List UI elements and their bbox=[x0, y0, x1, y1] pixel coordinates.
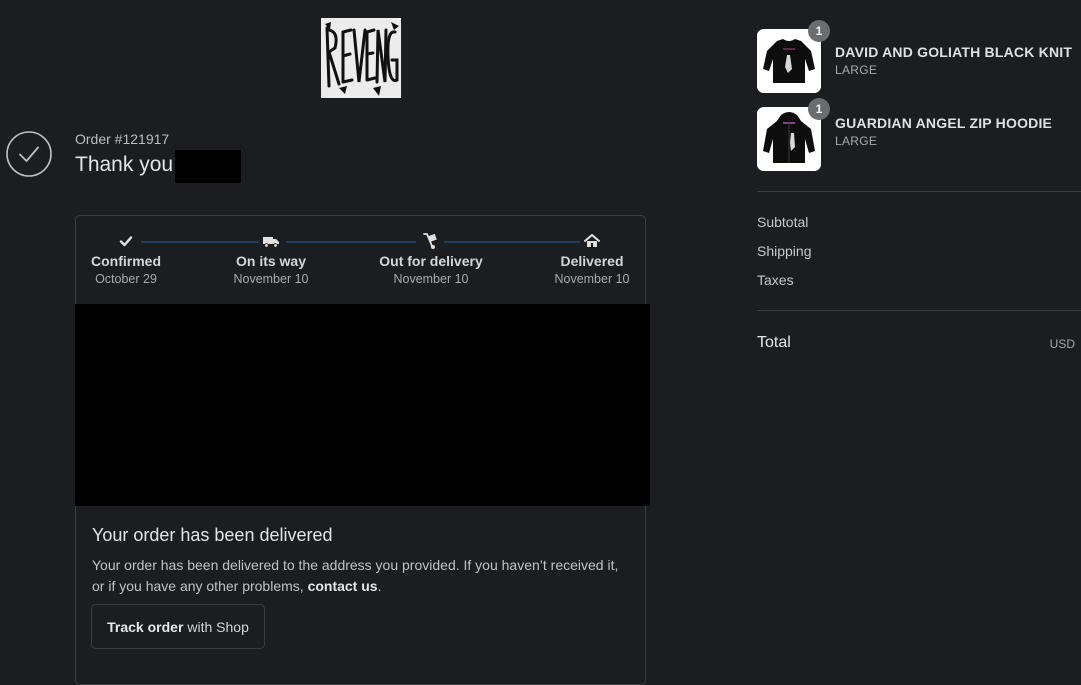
delivery-status-title: Your order has been delivered bbox=[92, 525, 333, 545]
product-variant: LARGE bbox=[835, 134, 878, 148]
delivery-status-end: . bbox=[377, 578, 382, 594]
progress-segment bbox=[286, 241, 416, 243]
divider bbox=[757, 310, 1081, 311]
progress-segment bbox=[141, 241, 259, 243]
redacted-delivery-map bbox=[75, 304, 650, 506]
quantity-badge: 1 bbox=[808, 98, 830, 120]
order-number: Order #121917 bbox=[75, 131, 170, 147]
product-name: GUARDIAN ANGEL ZIP HOODIE bbox=[835, 115, 1053, 131]
contact-us-link[interactable]: contact us bbox=[308, 578, 378, 594]
hand-truck-icon bbox=[422, 232, 440, 250]
step-out-for-delivery-date: November 10 bbox=[393, 272, 469, 286]
step-confirmed-label: Confirmed bbox=[91, 253, 161, 269]
step-out-for-delivery-label: Out for delivery bbox=[379, 253, 483, 269]
divider bbox=[757, 191, 1081, 192]
check-icon bbox=[117, 232, 135, 250]
home-icon bbox=[583, 232, 601, 250]
with-shop-label: with Shop bbox=[187, 618, 249, 635]
delivery-status-text: Your order has been delivered to the add… bbox=[92, 555, 632, 597]
step-delivered-label: Delivered bbox=[560, 253, 624, 269]
thank-you-heading: Thank you bbox=[75, 153, 174, 176]
shipping-label: Shipping bbox=[757, 243, 812, 259]
step-confirmed-date: October 29 bbox=[95, 272, 157, 286]
product-variant: LARGE bbox=[835, 63, 878, 77]
order-confirmed-check-icon bbox=[6, 131, 52, 177]
currency-code: USD bbox=[1049, 337, 1075, 351]
truck-icon bbox=[262, 232, 280, 250]
taxes-label: Taxes bbox=[757, 272, 794, 288]
step-on-its-way-label: On its way bbox=[235, 253, 307, 269]
track-order-with-shop-button[interactable]: Track order with Shop bbox=[91, 604, 265, 649]
total-label: Total bbox=[757, 334, 791, 351]
subtotal-label: Subtotal bbox=[757, 214, 809, 230]
track-order-label: Track order bbox=[107, 618, 184, 635]
revenge-logo-icon bbox=[321, 18, 401, 98]
product-name: DAVID AND GOLIATH BLACK KNIT bbox=[835, 44, 1073, 60]
brand-logo[interactable] bbox=[321, 18, 401, 98]
progress-segment bbox=[444, 241, 580, 243]
quantity-badge: 1 bbox=[808, 20, 830, 42]
step-delivered-date: November 10 bbox=[554, 272, 630, 286]
step-on-its-way-date: November 10 bbox=[233, 272, 309, 286]
redacted-customer-name bbox=[175, 150, 241, 183]
